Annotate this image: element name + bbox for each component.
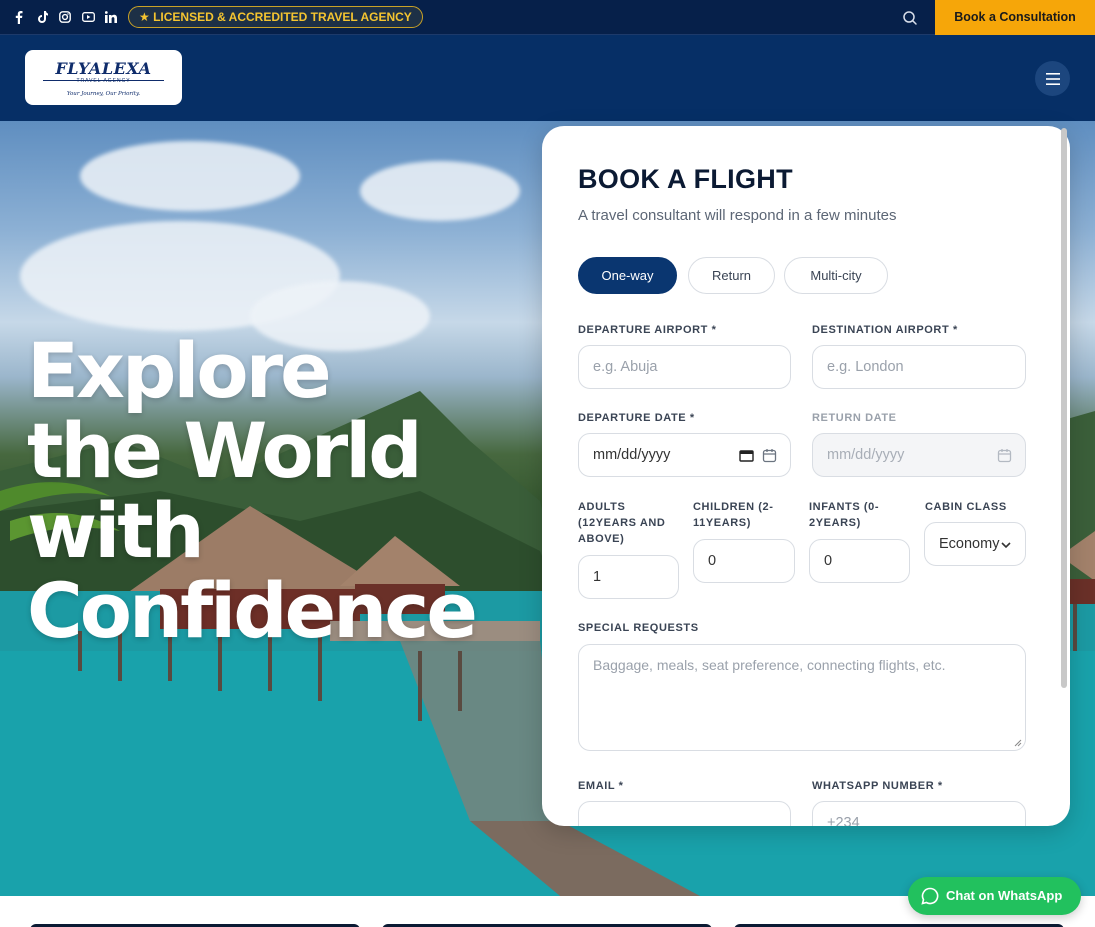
- hero-title-line: the World: [27, 406, 423, 495]
- book-consultation-button[interactable]: Book a Consultation: [935, 0, 1095, 35]
- whatsapp-number-label: WHATSAPP NUMBER *: [812, 780, 943, 792]
- search-icon[interactable]: [902, 10, 918, 26]
- trip-type-return[interactable]: Return: [688, 257, 775, 294]
- infants-input[interactable]: 0: [809, 539, 910, 583]
- children-input[interactable]: 0: [693, 539, 795, 583]
- destination-airport-input[interactable]: e.g. London: [812, 345, 1026, 389]
- return-date-value: mm/dd/yyyy: [827, 447, 905, 463]
- booking-title: BOOK A FLIGHT: [578, 164, 793, 194]
- destination-airport-label: DESTINATION AIRPORT *: [812, 324, 958, 336]
- email-input[interactable]: [578, 801, 791, 826]
- trip-type-one-way[interactable]: One-way: [578, 257, 677, 294]
- logo-subtitle: TRAVEL AGENCY: [76, 78, 131, 84]
- facebook-icon[interactable]: [12, 10, 26, 24]
- cloud-shape: [80, 141, 300, 211]
- cloud-shape: [360, 161, 520, 221]
- calendar-picker-icon[interactable]: [739, 448, 754, 463]
- tiktok-icon[interactable]: [35, 10, 49, 24]
- departure-airport-label: DEPARTURE AIRPORT *: [578, 324, 717, 336]
- special-requests-textarea[interactable]: Baggage, meals, seat preference, connect…: [578, 644, 1026, 751]
- youtube-icon[interactable]: [81, 10, 95, 24]
- main-nav: FLYALEXA TRAVEL AGENCY Your Journey, Our…: [0, 35, 1095, 121]
- cabin-class-value: Economy: [939, 536, 1000, 552]
- logo-name: FLYALEXA: [55, 59, 152, 78]
- departure-date-label: DEPARTURE DATE *: [578, 412, 695, 424]
- social-links: [12, 10, 118, 24]
- adults-input[interactable]: 1: [578, 555, 679, 599]
- calendar-icon: [762, 449, 777, 463]
- whatsapp-chat-label: Chat on WhatsApp: [946, 888, 1063, 903]
- top-bar: ★ LICENSED & ACCREDITED TRAVEL AGENCY Bo…: [0, 0, 1095, 35]
- infants-label: INFANTS (0-2YEARS): [809, 501, 880, 529]
- cabin-class-label: CABIN CLASS: [925, 501, 1007, 513]
- hero-title: Explore the World with Confidence: [27, 331, 537, 651]
- special-requests-label: SPECIAL REQUESTS: [578, 622, 699, 634]
- whatsapp-number-input[interactable]: +234: [812, 801, 1026, 826]
- children-label: CHILDREN (2-11YEARS): [693, 501, 774, 529]
- instagram-icon[interactable]: [58, 10, 72, 24]
- trip-type-multi-city[interactable]: Multi-city: [784, 257, 888, 294]
- whatsapp-chat-button[interactable]: Chat on WhatsApp: [908, 877, 1081, 915]
- resize-handle-icon[interactable]: [1014, 739, 1022, 747]
- departure-airport-input[interactable]: e.g. Abuja: [578, 345, 791, 389]
- chevron-down-icon: [1001, 542, 1011, 549]
- hamburger-menu-icon[interactable]: [1035, 61, 1070, 96]
- card-scrollbar[interactable]: [1061, 128, 1067, 688]
- cabin-class-select[interactable]: Economy: [924, 522, 1026, 566]
- calendar-icon: [997, 449, 1012, 463]
- logo[interactable]: FLYALEXA TRAVEL AGENCY Your Journey, Our…: [25, 50, 182, 105]
- special-requests-placeholder: Baggage, meals, seat preference, connect…: [593, 657, 946, 673]
- logo-tagline: Your Journey, Our Priority.: [66, 91, 141, 97]
- booking-subtitle: A travel consultant will respond in a fe…: [578, 207, 897, 224]
- whatsapp-icon: [921, 887, 939, 905]
- email-label: EMAIL *: [578, 780, 624, 792]
- booking-card: BOOK A FLIGHT A travel consultant will r…: [542, 126, 1070, 826]
- return-date-label: RETURN DATE: [812, 412, 897, 424]
- accreditation-badge: ★ LICENSED & ACCREDITED TRAVEL AGENCY: [128, 6, 423, 28]
- hero-title-line: with: [27, 486, 205, 575]
- adults-label: ADULTS (12YEARS AND ABOVE): [578, 501, 666, 545]
- hero-title-line: Confidence: [27, 566, 478, 655]
- linkedin-icon[interactable]: [104, 10, 118, 24]
- departure-date-input[interactable]: mm/dd/yyyy: [578, 433, 791, 477]
- hero-title-line: Explore: [27, 326, 332, 415]
- return-date-input[interactable]: mm/dd/yyyy: [812, 433, 1026, 477]
- departure-date-value: mm/dd/yyyy: [593, 447, 671, 463]
